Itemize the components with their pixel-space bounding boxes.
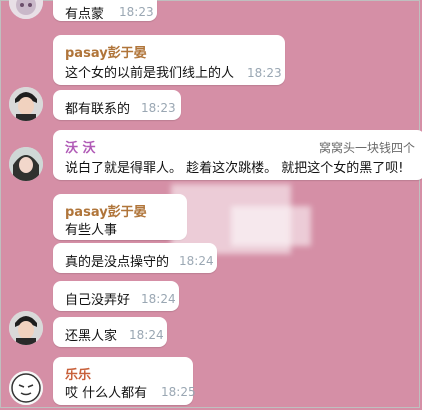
chat-window: 有点蒙 18:23 pasay彭于晏 这个女的以前是我们线上的人 18:23 都…: [0, 0, 422, 408]
man-avatar-icon[interactable]: [9, 311, 43, 345]
message-bubble[interactable]: 还黑人家 18:24: [53, 317, 167, 347]
message-bubble[interactable]: 都有联系的 18:23: [53, 90, 181, 120]
sender-name[interactable]: pasay彭于晏: [65, 201, 147, 220]
message-time: 18:23: [141, 101, 176, 115]
anime-avatar-icon[interactable]: [9, 0, 43, 19]
message-time: 18:23: [247, 66, 282, 80]
message-time: 18:24: [141, 292, 176, 306]
message-time: 18:24: [179, 254, 214, 268]
message-time: 18:24: [129, 328, 164, 342]
message-bubble[interactable]: 自己没弄好 18:24: [53, 281, 179, 311]
sender-title: 窝窝头一块钱四个: [319, 141, 416, 155]
message-text: 有点蒙: [65, 7, 105, 22]
message-text: 说白了就是得罪人。 趁着这次跳楼。 就把这个女的黑了呗!: [65, 161, 404, 176]
sender-name[interactable]: 乐乐: [65, 364, 91, 383]
message-bubble[interactable]: pasay彭于晏 有些人事: [53, 194, 187, 240]
message-text: 自己没弄好: [65, 293, 131, 308]
message-time: 18:25: [161, 385, 196, 399]
message-bubble[interactable]: 乐乐 哎 什么人都有 18:25: [53, 357, 196, 405]
blur-overlay: [231, 206, 311, 246]
message-bubble[interactable]: 沃 沃 窝窝头一块钱四个 说白了就是得罪人。 趁着这次跳楼。 就把这个女的黑了呗…: [53, 130, 422, 180]
man-avatar-icon[interactable]: [9, 87, 43, 121]
sender-name[interactable]: pasay彭于晏: [65, 42, 147, 61]
meme-avatar-icon[interactable]: [9, 371, 43, 405]
message-text: 有些人事: [65, 223, 118, 238]
message-text: 这个女的以前是我们线上的人: [65, 66, 235, 81]
message-text: 哎 什么人都有: [65, 386, 148, 401]
person-avatar-icon[interactable]: [9, 147, 43, 181]
message-bubble[interactable]: pasay彭于晏 这个女的以前是我们线上的人 18:23: [53, 35, 285, 85]
message-text: 真的是没点操守的: [65, 255, 170, 270]
message-time: 18:23: [119, 5, 154, 19]
message-bubble[interactable]: 有点蒙 18:23: [53, 0, 157, 22]
message-text: 还黑人家: [65, 329, 118, 344]
sender-name[interactable]: 沃 沃: [65, 137, 96, 156]
message-text: 都有联系的: [65, 102, 131, 117]
